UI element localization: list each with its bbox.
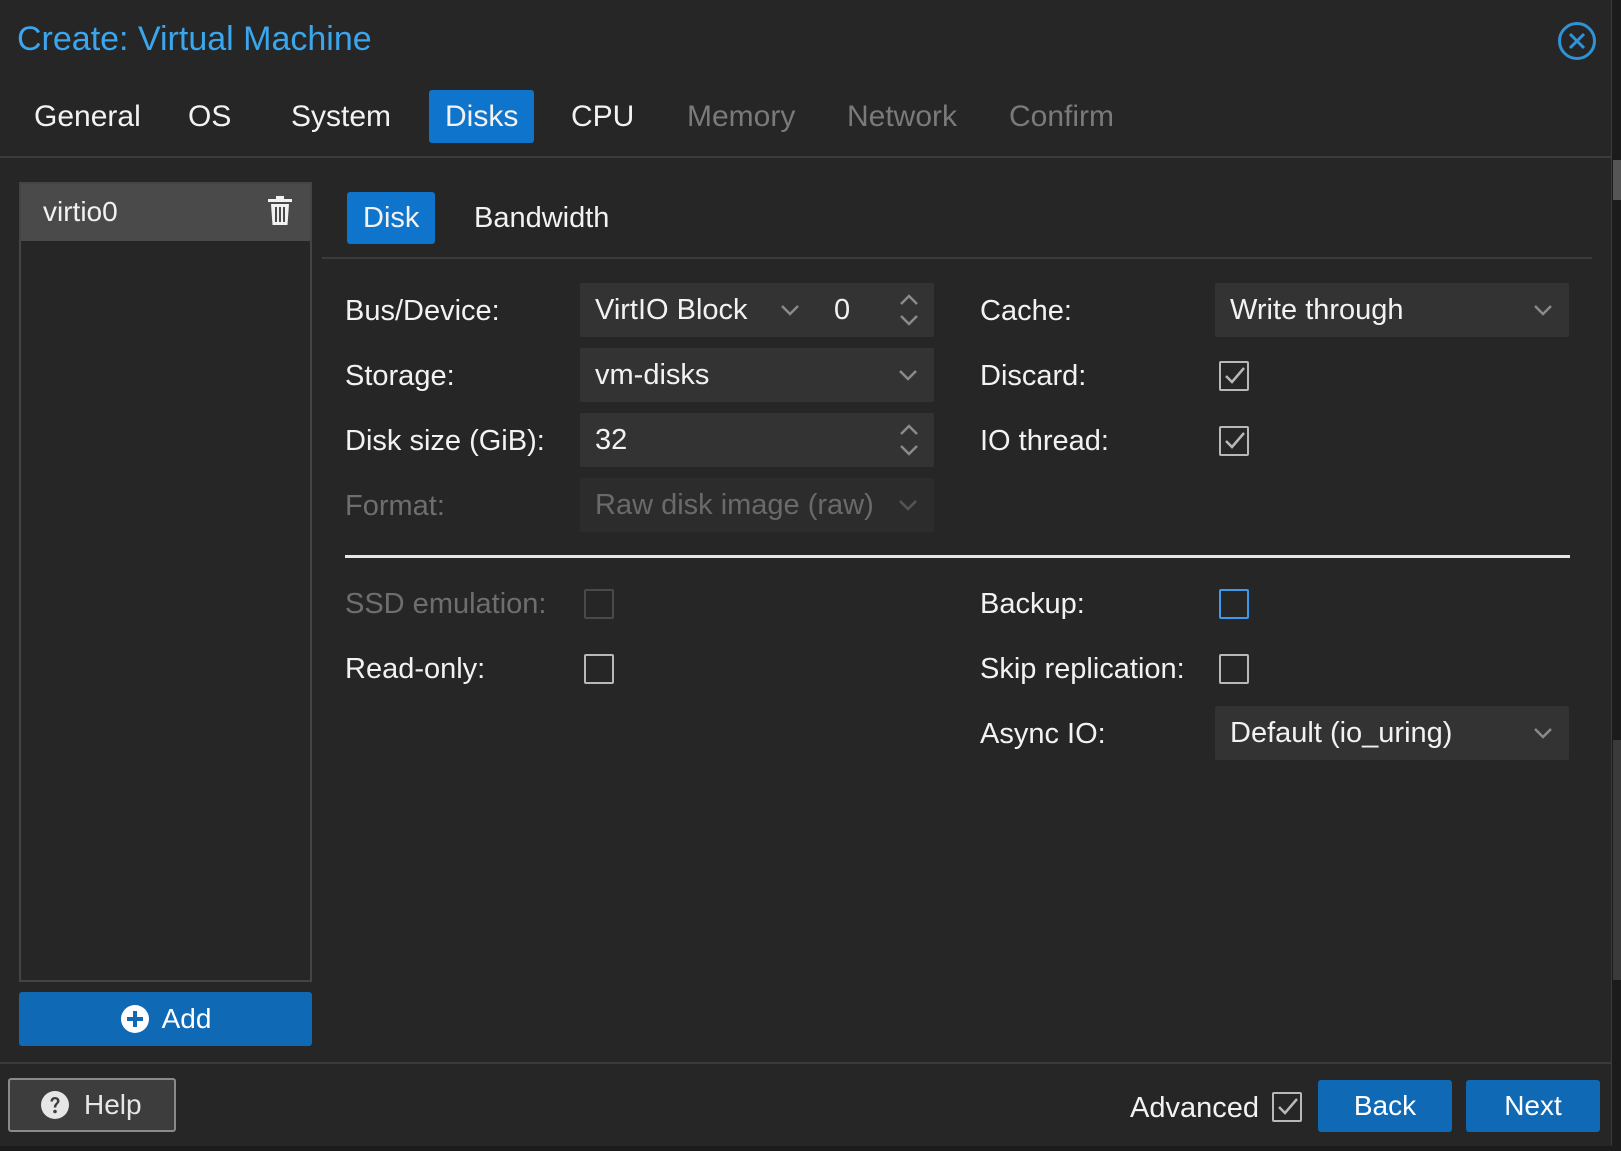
disk-size-value: 32 bbox=[595, 424, 628, 456]
chevron-down-icon bbox=[899, 370, 917, 381]
chevron-down-icon bbox=[899, 500, 917, 511]
list-item[interactable]: virtio0 bbox=[21, 184, 310, 241]
storage-select[interactable]: vm-disks bbox=[580, 348, 934, 402]
bus-device-field: VirtIO Block 0 bbox=[580, 283, 934, 337]
cache-select[interactable]: Write through bbox=[1215, 283, 1569, 337]
format-value: Raw disk image (raw) bbox=[595, 489, 874, 521]
format-label: Format: bbox=[345, 490, 445, 522]
discard-checkbox[interactable] bbox=[1219, 361, 1249, 391]
async-io-select[interactable]: Default (io_uring) bbox=[1215, 706, 1569, 760]
skip-replication-label: Skip replication: bbox=[980, 653, 1185, 685]
section-divider bbox=[345, 555, 1570, 558]
tab-bandwidth[interactable]: Bandwidth bbox=[458, 192, 625, 244]
help-label: Help bbox=[84, 1089, 142, 1120]
subtabs-divider bbox=[322, 257, 1592, 259]
backup-checkbox[interactable] bbox=[1219, 589, 1249, 619]
disk-item-label: virtio0 bbox=[43, 196, 118, 227]
background-fragment bbox=[1613, 160, 1621, 200]
format-select: Raw disk image (raw) bbox=[580, 478, 934, 532]
tab-general[interactable]: General bbox=[18, 90, 157, 143]
discard-label: Discard: bbox=[980, 360, 1087, 392]
async-io-value: Default (io_uring) bbox=[1230, 717, 1453, 749]
advanced-label: Advanced bbox=[1130, 1092, 1259, 1124]
help-button[interactable]: Help bbox=[8, 1078, 176, 1132]
spinner-icon[interactable] bbox=[898, 290, 920, 330]
close-button[interactable] bbox=[1558, 22, 1596, 60]
bus-select[interactable]: VirtIO Block bbox=[595, 294, 748, 327]
spinner-icon[interactable] bbox=[898, 420, 920, 460]
tab-disks[interactable]: Disks bbox=[429, 90, 535, 143]
background-fragment bbox=[1613, 740, 1621, 980]
trash-icon[interactable] bbox=[267, 196, 293, 226]
checkmark-icon bbox=[1278, 1098, 1298, 1115]
tab-confirm[interactable]: Confirm bbox=[993, 90, 1130, 143]
disk-list: virtio0 bbox=[19, 182, 312, 982]
next-button[interactable]: Next bbox=[1466, 1080, 1600, 1132]
add-disk-button[interactable]: Add bbox=[19, 992, 312, 1046]
dialog-title: Create: Virtual Machine bbox=[17, 20, 372, 58]
backup-label: Backup: bbox=[980, 588, 1085, 620]
advanced-checkbox[interactable] bbox=[1272, 1092, 1302, 1122]
read-only-checkbox[interactable] bbox=[584, 654, 614, 684]
read-only-label: Read-only: bbox=[345, 653, 486, 685]
tabs-divider bbox=[0, 156, 1612, 158]
ssd-emulation-label: SSD emulation: bbox=[345, 588, 547, 620]
background-window-edge bbox=[1613, 0, 1621, 1151]
disk-size-label: Disk size (GiB): bbox=[345, 425, 545, 457]
add-label: Add bbox=[161, 1003, 212, 1034]
close-icon bbox=[1568, 32, 1586, 50]
back-button[interactable]: Back bbox=[1318, 1080, 1452, 1132]
disk-size-input[interactable]: 32 bbox=[580, 413, 934, 467]
bus-device-label: Bus/Device: bbox=[345, 295, 500, 327]
chevron-down-icon[interactable] bbox=[778, 298, 802, 322]
tab-memory[interactable]: Memory bbox=[671, 90, 811, 143]
storage-label: Storage: bbox=[345, 360, 455, 392]
async-io-label: Async IO: bbox=[980, 718, 1106, 750]
tab-disk[interactable]: Disk bbox=[347, 192, 436, 244]
io-thread-label: IO thread: bbox=[980, 425, 1109, 457]
tab-system[interactable]: System bbox=[275, 90, 407, 143]
cache-value: Write through bbox=[1230, 294, 1404, 326]
skip-replication-checkbox[interactable] bbox=[1219, 654, 1249, 684]
tab-network[interactable]: Network bbox=[831, 90, 973, 143]
checkmark-icon bbox=[1225, 367, 1245, 384]
dialog-titlebar: Create: Virtual Machine bbox=[0, 0, 1611, 82]
chevron-down-icon bbox=[1534, 728, 1552, 739]
io-thread-checkbox[interactable] bbox=[1219, 426, 1249, 456]
device-number-input[interactable]: 0 bbox=[834, 294, 850, 327]
tab-cpu[interactable]: CPU bbox=[555, 90, 650, 143]
checkmark-icon bbox=[1225, 432, 1245, 449]
footer-divider bbox=[0, 1062, 1612, 1064]
cache-label: Cache: bbox=[980, 295, 1072, 327]
ssd-emulation-checkbox bbox=[584, 589, 614, 619]
wizard-tabs: General OS System Disks CPU Memory Netwo… bbox=[0, 90, 1611, 144]
question-circle-icon bbox=[41, 1091, 69, 1119]
tab-os[interactable]: OS bbox=[172, 90, 247, 143]
chevron-down-icon bbox=[1534, 305, 1552, 316]
create-vm-dialog: Create: Virtual Machine General OS Syste… bbox=[0, 0, 1612, 1146]
storage-value: vm-disks bbox=[595, 359, 710, 391]
plus-circle-icon bbox=[120, 1005, 149, 1033]
